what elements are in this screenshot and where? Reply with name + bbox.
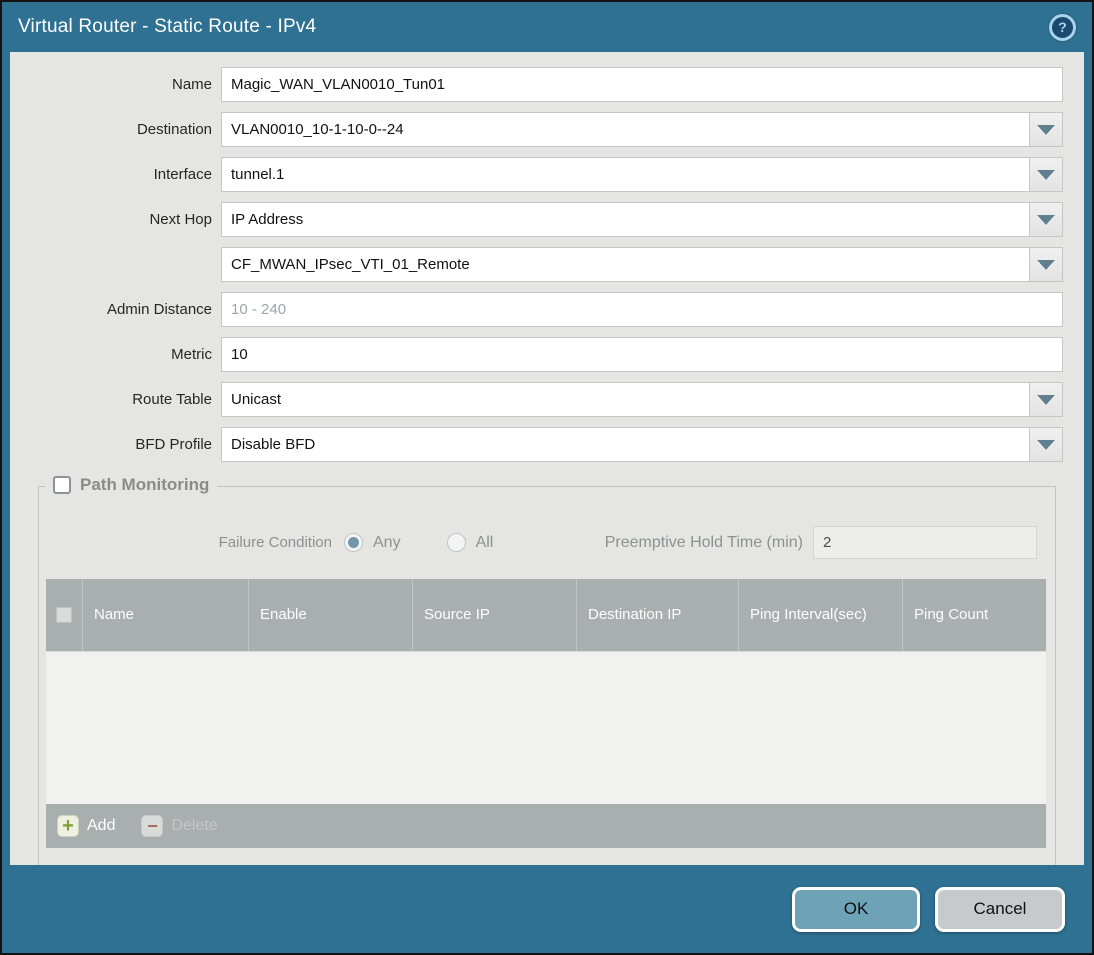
radio-any-label: Any	[373, 533, 401, 551]
failure-condition-radio-group: Any All	[344, 533, 493, 552]
column-header-name[interactable]: Name	[82, 579, 248, 651]
radio-option-any[interactable]: Any	[344, 533, 401, 552]
path-monitoring-checkbox[interactable]	[53, 476, 71, 494]
preemptive-hold-time-group: Preemptive Hold Time (min)	[605, 526, 1037, 559]
next-hop-type-dropdown-button[interactable]	[1030, 202, 1063, 237]
select-all-checkbox[interactable]	[56, 607, 72, 623]
form-row-name: Name	[10, 67, 1063, 102]
dialog-body: Name Destination Interface Next Hop	[10, 52, 1084, 865]
path-monitoring-legend: Path Monitoring	[45, 475, 218, 495]
radio-all-icon[interactable]	[446, 533, 466, 552]
form-row-bfd-profile: BFD Profile	[10, 427, 1063, 462]
delete-button[interactable]: − Delete	[141, 815, 218, 837]
form-row-destination: Destination	[10, 112, 1063, 147]
column-header-destination-ip[interactable]: Destination IP	[576, 579, 738, 651]
dialog-title: Virtual Router - Static Route - IPv4	[18, 16, 317, 37]
destination-label: Destination	[136, 121, 212, 138]
dialog-footer: OK Cancel	[2, 865, 1092, 953]
next-hop-address-dropdown-button[interactable]	[1030, 247, 1063, 282]
name-label: Name	[171, 76, 212, 93]
path-monitoring-section: Path Monitoring Failure Condition Any Al…	[38, 475, 1056, 865]
form-row-next-hop-address	[10, 247, 1063, 282]
radio-option-all[interactable]: All	[446, 533, 494, 552]
interface-label: Interface	[153, 166, 212, 183]
table-body-empty	[46, 651, 1046, 804]
ok-button[interactable]: OK	[792, 886, 920, 932]
table-toolbar: + Add − Delete	[46, 804, 1046, 848]
bfd-profile-input[interactable]	[221, 427, 1030, 462]
path-monitoring-table: Name Enable Source IP Destination IP Pin…	[46, 579, 1046, 848]
metric-label: Metric	[171, 346, 212, 363]
chevron-down-icon	[1037, 439, 1055, 450]
chevron-down-icon	[1037, 394, 1055, 405]
chevron-down-icon	[1037, 169, 1055, 180]
bfd-profile-dropdown-button[interactable]	[1030, 427, 1063, 462]
dialog-titlebar: Virtual Router - Static Route - IPv4 ?	[2, 2, 1092, 52]
destination-dropdown-button[interactable]	[1030, 112, 1063, 147]
radio-any-icon[interactable]	[344, 533, 363, 552]
column-header-source-ip[interactable]: Source IP	[412, 579, 576, 651]
delete-button-label: Delete	[171, 817, 218, 834]
interface-dropdown-button[interactable]	[1030, 157, 1063, 192]
metric-input[interactable]	[221, 337, 1063, 372]
plus-icon: +	[57, 815, 79, 837]
radio-all-label: All	[475, 533, 494, 551]
add-button-label: Add	[87, 817, 116, 834]
route-table-label: Route Table	[132, 391, 212, 408]
select-all-cell	[46, 579, 82, 651]
form-row-admin-distance: Admin Distance	[10, 292, 1063, 327]
next-hop-label: Next Hop	[149, 211, 212, 228]
destination-input[interactable]	[221, 112, 1030, 147]
interface-input[interactable]	[221, 157, 1030, 192]
route-table-dropdown-button[interactable]	[1030, 382, 1063, 417]
form-row-metric: Metric	[10, 337, 1063, 372]
column-header-ping-interval[interactable]: Ping Interval(sec)	[738, 579, 902, 651]
admin-distance-input[interactable]	[221, 292, 1063, 327]
next-hop-address-input[interactable]	[221, 247, 1030, 282]
minus-icon: −	[141, 815, 164, 837]
preemptive-hold-time-input[interactable]	[813, 526, 1037, 559]
column-header-ping-count[interactable]: Ping Count	[902, 579, 1046, 651]
table-header: Name Enable Source IP Destination IP Pin…	[46, 579, 1046, 651]
static-route-dialog: Virtual Router - Static Route - IPv4 ? N…	[0, 0, 1094, 955]
failure-condition-label: Failure Condition	[218, 534, 332, 551]
chevron-down-icon	[1037, 124, 1055, 135]
preemptive-hold-time-label: Preemptive Hold Time (min)	[604, 533, 803, 551]
name-input[interactable]	[221, 67, 1063, 102]
admin-distance-label: Admin Distance	[106, 301, 212, 318]
cancel-button[interactable]: Cancel	[935, 886, 1065, 932]
add-button[interactable]: + Add	[57, 815, 115, 837]
form-row-route-table: Route Table	[10, 382, 1063, 417]
bfd-profile-label: BFD Profile	[135, 436, 212, 453]
form-row-interface: Interface	[10, 157, 1063, 192]
chevron-down-icon	[1037, 259, 1055, 270]
help-icon[interactable]: ?	[1049, 13, 1076, 41]
column-header-enable[interactable]: Enable	[248, 579, 412, 651]
failure-condition-row: Failure Condition Any All Preemptive Hol…	[39, 525, 1037, 560]
next-hop-type-input[interactable]	[221, 202, 1030, 237]
chevron-down-icon	[1037, 214, 1055, 225]
form-row-next-hop: Next Hop	[10, 202, 1063, 237]
route-table-input[interactable]	[221, 382, 1030, 417]
path-monitoring-title: Path Monitoring	[80, 475, 210, 494]
